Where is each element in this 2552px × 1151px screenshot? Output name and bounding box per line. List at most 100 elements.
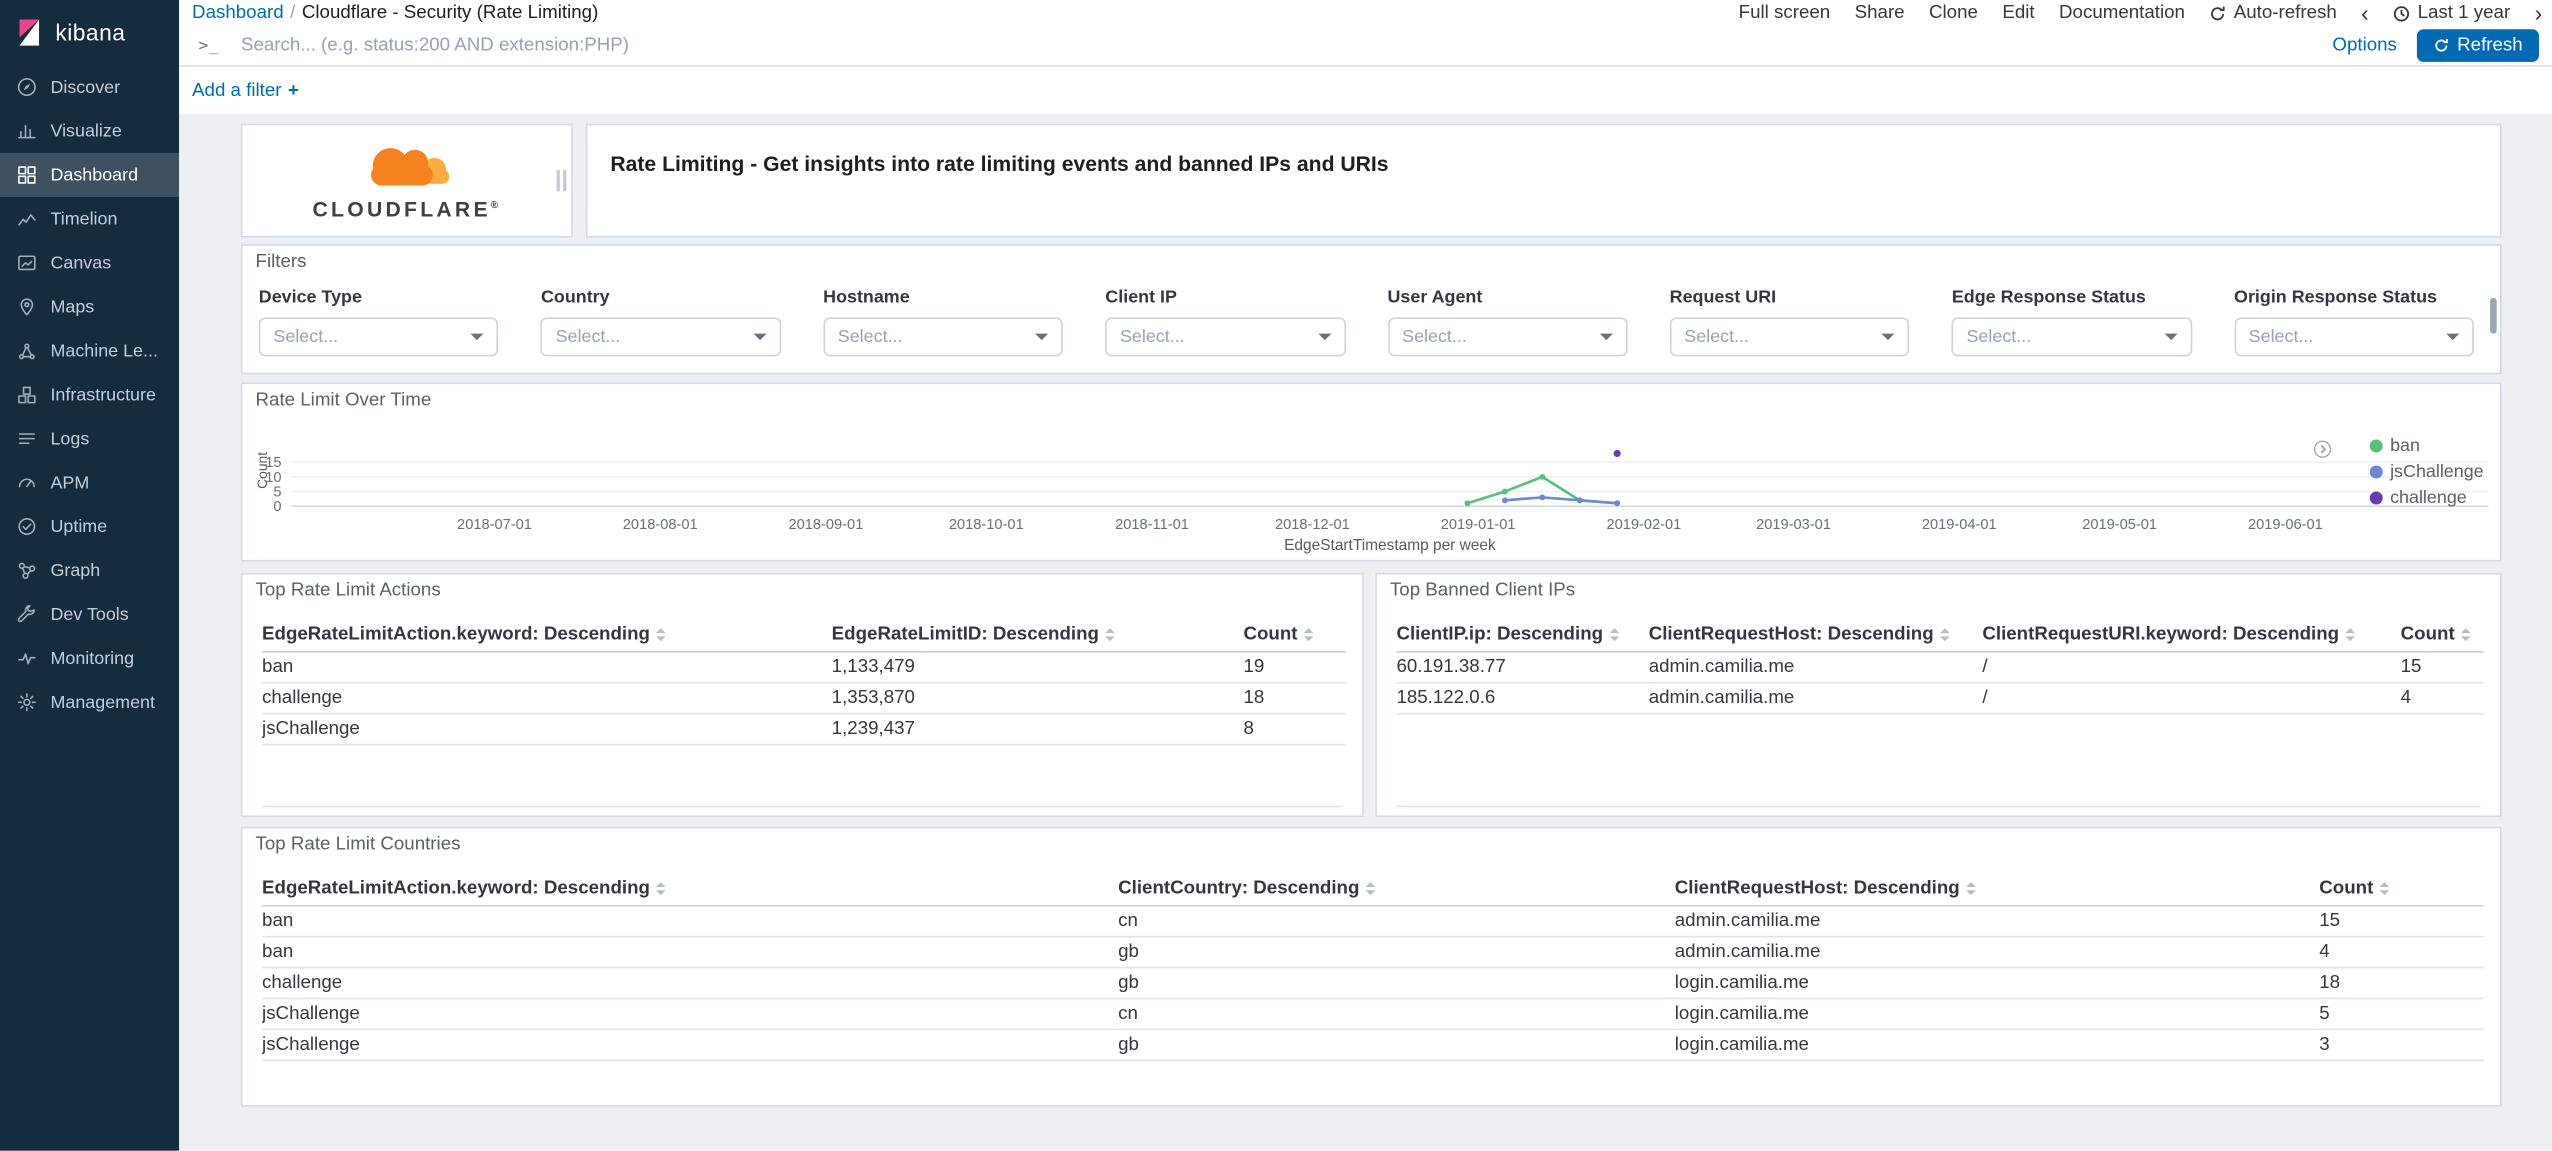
client-ip-select[interactable]: Select... bbox=[1105, 317, 1346, 357]
sort-icon[interactable] bbox=[1966, 882, 1976, 895]
edit-button[interactable]: Edit bbox=[2002, 3, 2034, 23]
kibana-logo[interactable]: kibana bbox=[0, 0, 179, 65]
top-rate-limit-actions-table: EdgeRateLimitAction.keyword: Descending E… bbox=[262, 620, 1346, 746]
sidebar-item-label: Dev Tools bbox=[50, 604, 129, 625]
panel-title: Rate Limit Over Time bbox=[255, 390, 432, 411]
sort-icon[interactable] bbox=[2461, 628, 2471, 641]
time-range-button[interactable]: Last 1 year bbox=[2393, 3, 2510, 23]
legend-item[interactable]: challenge bbox=[2368, 488, 2484, 508]
documentation-button[interactable]: Documentation bbox=[2059, 3, 2185, 23]
filter-field-device-type: Device Type Select... bbox=[258, 288, 499, 357]
sidebar-item-uptime[interactable]: Uptime bbox=[0, 505, 179, 549]
sidebar-item-logs[interactable]: Logs bbox=[0, 417, 179, 461]
table-cell: jsChallenge bbox=[262, 1029, 1119, 1062]
sidebar-item-machine-learning[interactable]: Machine Le... bbox=[0, 329, 179, 373]
column-header[interactable]: EdgeRateLimitAction.keyword: Descending bbox=[262, 873, 1119, 907]
auto-refresh-button[interactable]: Auto-refresh bbox=[2209, 3, 2337, 23]
cloudflare-brand-text: CLOUDFLARE® bbox=[312, 196, 502, 221]
full-screen-button[interactable]: Full screen bbox=[1739, 3, 1831, 23]
sort-icon[interactable] bbox=[656, 882, 667, 895]
time-next-button[interactable]: › bbox=[2535, 2, 2543, 25]
sidebar-item-discover[interactable]: Discover bbox=[0, 65, 179, 109]
filter-label: Request URI bbox=[1669, 288, 1777, 308]
hostname-select[interactable]: Select... bbox=[823, 317, 1063, 357]
table-row: 60.191.38.77 admin.camilia.me/15 bbox=[1396, 651, 2484, 684]
chevron-down-icon bbox=[1881, 333, 1895, 341]
sidebar-item-management[interactable]: Management bbox=[0, 680, 179, 724]
chevron-down-icon bbox=[1599, 333, 1613, 341]
sidebar-item-monitoring[interactable]: Monitoring bbox=[0, 636, 179, 680]
user-agent-select[interactable]: Select... bbox=[1387, 317, 1628, 357]
column-header[interactable]: EdgeRateLimitAction.keyword: Descending bbox=[262, 620, 832, 653]
sidebar-item-label: Graph bbox=[50, 560, 101, 581]
table-cell: 1,353,870 bbox=[831, 682, 1244, 715]
legend-item[interactable]: ban bbox=[2368, 436, 2484, 456]
sort-icon[interactable] bbox=[1609, 628, 1620, 641]
table-cell: 1,133,479 bbox=[831, 651, 1244, 684]
clone-button[interactable]: Clone bbox=[1929, 3, 1978, 23]
table-row: challenge gb login.camilia.me 18 bbox=[262, 967, 2484, 1000]
sidebar-item-visualize[interactable]: Visualize bbox=[0, 109, 179, 153]
column-header[interactable]: Count bbox=[1243, 620, 1346, 653]
sidebar-item-graph[interactable]: Graph bbox=[0, 548, 179, 592]
search-input[interactable] bbox=[237, 34, 2313, 57]
origin-response-status-select[interactable]: Select... bbox=[2234, 317, 2474, 357]
legend-toggle-button[interactable] bbox=[2313, 439, 2333, 459]
request-uri-select[interactable]: Select... bbox=[1669, 317, 1910, 357]
svg-text:2019-01-01: 2019-01-01 bbox=[1441, 517, 1516, 533]
options-link[interactable]: Options bbox=[2332, 36, 2397, 56]
filter-field-request-uri: Request URI Select... bbox=[1669, 288, 1910, 357]
sidebar-item-label: Infrastructure bbox=[50, 384, 156, 405]
sidebar-item-dashboard[interactable]: Dashboard bbox=[0, 152, 180, 197]
table-cell: / bbox=[1982, 682, 2401, 715]
table-cell: admin.camilia.me bbox=[1674, 905, 2320, 938]
rate-limit-chart-svg[interactable]: 051015 2018-07-01 2018-08-01 2018-09-01 2018… bbox=[259, 441, 2505, 558]
scrollbar-thumb[interactable] bbox=[2490, 297, 2497, 334]
sort-icon[interactable] bbox=[656, 628, 667, 641]
table-cell: 4 bbox=[2319, 936, 2484, 969]
terminal-prompt-icon: >_ bbox=[198, 36, 219, 55]
time-prev-button[interactable]: ‹ bbox=[2361, 2, 2369, 25]
table-cell: challenge bbox=[262, 682, 832, 715]
column-header[interactable]: ClientCountry: Descending bbox=[1118, 873, 1675, 907]
sort-icon[interactable] bbox=[1365, 882, 1376, 895]
refresh-button[interactable]: Refresh bbox=[2416, 29, 2539, 62]
sidebar-item-apm[interactable]: APM bbox=[0, 461, 179, 505]
table-cell: ban bbox=[262, 905, 1119, 938]
share-button[interactable]: Share bbox=[1855, 3, 1905, 23]
sidebar-item-maps[interactable]: Maps bbox=[0, 285, 179, 329]
sidebar-item-label: Timelion bbox=[50, 209, 118, 229]
plus-icon[interactable]: + bbox=[288, 81, 299, 101]
panel-resize-handle[interactable] bbox=[556, 170, 567, 192]
column-header[interactable]: ClientRequestHost: Descending bbox=[1648, 620, 1983, 653]
svg-text:2018-12-01: 2018-12-01 bbox=[1275, 517, 1350, 533]
table-cell: cn bbox=[1118, 998, 1675, 1031]
add-filter-button[interactable]: Add a filter bbox=[192, 81, 281, 101]
breadcrumb-dashboard-link[interactable]: Dashboard bbox=[192, 3, 284, 23]
sort-icon[interactable] bbox=[1940, 628, 1950, 641]
panel-cloudflare-logo: CLOUDFLARE® bbox=[240, 123, 573, 238]
column-header[interactable]: ClientIP.ip: Descending bbox=[1396, 620, 1649, 653]
sort-icon[interactable] bbox=[1304, 628, 1314, 641]
legend-item[interactable]: jsChallenge bbox=[2368, 462, 2484, 482]
column-header[interactable]: ClientRequestURI.keyword: Descending bbox=[1982, 620, 2401, 653]
edge-response-status-select[interactable]: Select... bbox=[1951, 317, 2192, 357]
filter-label: Country bbox=[540, 288, 610, 308]
table-cell: / bbox=[1982, 651, 2401, 684]
column-header[interactable]: EdgeRateLimitID: Descending bbox=[831, 620, 1244, 653]
svg-text:10: 10 bbox=[265, 470, 281, 486]
sidebar-item-canvas[interactable]: Canvas bbox=[0, 241, 179, 285]
table-cell: admin.camilia.me bbox=[1648, 651, 1983, 684]
device-type-select[interactable]: Select... bbox=[258, 317, 499, 357]
column-header[interactable]: ClientRequestHost: Descending bbox=[1674, 873, 2320, 907]
sort-icon[interactable] bbox=[2345, 628, 2356, 641]
sort-icon[interactable] bbox=[2379, 882, 2390, 895]
column-header[interactable]: Count bbox=[2400, 620, 2484, 653]
sidebar-item-dev-tools[interactable]: Dev Tools bbox=[0, 592, 179, 636]
sidebar-item-timelion[interactable]: Timelion bbox=[0, 197, 179, 241]
column-header[interactable]: Count bbox=[2319, 873, 2484, 907]
country-select[interactable]: Select... bbox=[540, 317, 781, 357]
sort-icon[interactable] bbox=[1105, 628, 1116, 641]
top-rate-limit-countries-table: EdgeRateLimitAction.keyword: Descending C… bbox=[262, 873, 2484, 1062]
sidebar-item-infrastructure[interactable]: Infrastructure bbox=[0, 373, 179, 417]
